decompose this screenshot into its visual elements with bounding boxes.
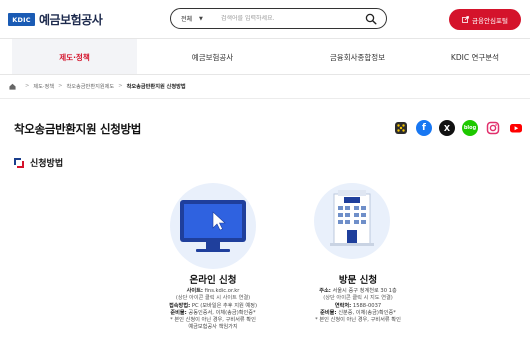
finance-portal-label: 금융안심포털 xyxy=(472,16,508,25)
breadcrumb-item[interactable]: 제도·정책 xyxy=(33,83,54,90)
visit-phone-value: 1588-0037 xyxy=(352,302,382,309)
search-icon[interactable] xyxy=(365,13,377,25)
search-scope-select[interactable]: 전체 ▼ xyxy=(181,14,221,24)
search-scope-value: 전체 xyxy=(181,16,193,23)
x-icon[interactable]: X xyxy=(439,120,455,136)
facebook-icon[interactable]: f xyxy=(416,120,432,136)
nav-item-financial-info[interactable]: 금융회사종합정보 xyxy=(295,39,420,75)
online-note-2: 예금보험공사 책임가지 xyxy=(188,324,238,331)
section-header: 신청방법 xyxy=(14,156,63,169)
online-site-link[interactable]: fins.kdic.or.kr xyxy=(205,288,240,294)
instagram-icon[interactable] xyxy=(485,120,501,136)
breadcrumb-divider xyxy=(0,98,530,99)
visit-info: 주소: 서울시 중구 청계천로 30 1층 (상단 아이콘 클릭 시 지도 연결… xyxy=(273,288,443,324)
breadcrumb-current: 착오송금반환지원 신청방법 xyxy=(126,83,186,90)
nav-item-kdic[interactable]: 예금보험공사 xyxy=(150,39,275,75)
page-title: 착오송금반환지원 신청방법 xyxy=(14,122,142,136)
logo-badge: KDIC xyxy=(8,13,35,26)
breadcrumb-separator: > xyxy=(58,83,63,89)
breadcrumb-separator: > xyxy=(118,83,123,89)
building-icon[interactable] xyxy=(328,188,376,250)
visit-title: 방문 신청 xyxy=(338,275,378,286)
site-logo[interactable]: KDIC 예금보험공사 xyxy=(8,11,103,28)
visit-prep-label: 준비물: xyxy=(320,309,337,316)
home-icon[interactable] xyxy=(9,83,16,90)
online-method-value: PC (모바일은 추후 지원 예정) xyxy=(191,302,257,309)
youtube-icon[interactable] xyxy=(508,120,524,136)
nav-item-research[interactable]: KDIC 연구분석 xyxy=(420,39,530,75)
share-icon[interactable] xyxy=(393,120,409,136)
external-link-icon xyxy=(462,16,469,23)
social-share-bar: f X blog xyxy=(393,120,524,136)
online-prep-value: 공동인증서, 이체(송금)확인증* xyxy=(188,309,256,316)
section-title: 신청방법 xyxy=(30,159,64,169)
blog-icon[interactable]: blog xyxy=(462,120,478,136)
online-title: 온라인 신청 xyxy=(189,275,237,286)
search-input[interactable] xyxy=(221,15,351,22)
main-nav: 제도·정책 예금보험공사 금융회사종합정보 KDIC 연구분석 xyxy=(0,38,530,75)
visit-addr-value: 서울시 중구 청계천로 30 1층 xyxy=(332,288,397,294)
logo-text: 예금보험공사 xyxy=(39,13,103,27)
site-header: KDIC 예금보험공사 전체 ▼ 금융안심포털 xyxy=(0,0,530,38)
section-mark-icon xyxy=(14,157,24,168)
breadcrumb-separator: > xyxy=(25,83,30,89)
search-bar: 전체 ▼ xyxy=(170,8,387,29)
computer-icon[interactable] xyxy=(176,196,250,256)
breadcrumb-item[interactable]: 착오송금반환지원제도 xyxy=(66,83,114,90)
chevron-down-icon: ▼ xyxy=(199,15,203,22)
visit-phone-label: 연락처: xyxy=(334,302,352,309)
breadcrumb: > 제도·정책 > 착오송금반환지원제도 > 착오송금반환지원 신청방법 xyxy=(9,80,186,92)
visit-addr-label: 주소: xyxy=(319,288,331,294)
visit-addr-note: (상단 아이콘 클릭 시 지도 연결) xyxy=(323,295,393,302)
visit-prep-value: 신분증, 이체(송금)확인증* xyxy=(338,309,396,316)
online-prep-label: 준비물: xyxy=(170,309,187,316)
online-method-label: 접속방법: xyxy=(169,302,191,309)
finance-portal-button[interactable]: 금융안심포털 xyxy=(449,9,521,30)
visit-note-1: * 본인 신청이 아닌 경우, 구비서류 확인 xyxy=(315,317,401,324)
nav-item-policy[interactable]: 제도·정책 xyxy=(12,39,137,75)
online-site-label: 사이트: xyxy=(186,288,203,294)
